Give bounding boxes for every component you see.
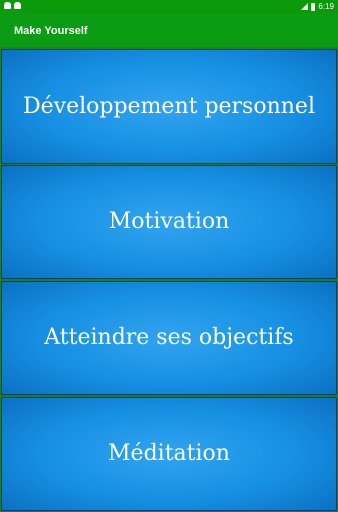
android-icon [4,2,11,9]
menu-item-developpement-personnel[interactable]: Développement personnel [1,49,337,164]
app-title: Make Yourself [14,25,88,37]
signal-icon [301,3,309,10]
status-time: 6:19 [318,2,334,11]
menu-item-meditation[interactable]: Méditation [1,397,337,511]
app-bar: Make Yourself [0,13,338,47]
menu-item-label: Motivation [108,209,230,234]
menu-item-label: Atteindre ses objectifs [44,325,294,350]
menu-item-label: Développement personnel [22,93,315,119]
menu-item-label: Méditation [108,441,230,466]
android-icon [14,2,21,9]
menu-item-motivation[interactable]: Motivation [1,165,337,279]
status-notifications [4,2,21,9]
status-system: 6:19 [301,1,334,12]
status-bar: 6:19 [0,0,338,13]
menu-item-atteindre-ses-objectifs[interactable]: Atteindre ses objectifs [1,281,337,395]
battery-icon [311,2,316,11]
menu-list: Développement personnel Motivation Attei… [0,47,338,512]
